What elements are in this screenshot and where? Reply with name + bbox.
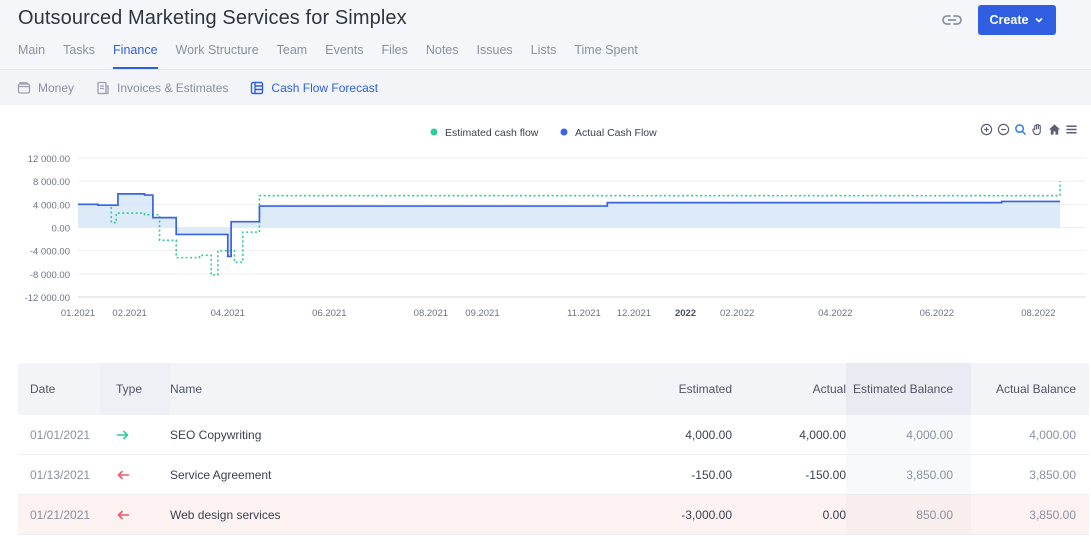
cell-estimated: 4,000.00 xyxy=(685,427,732,442)
zoom-select-icon[interactable] xyxy=(1013,122,1027,136)
subnav-invoices-label: Invoices & Estimates xyxy=(117,80,229,95)
tab-files[interactable]: Files xyxy=(372,44,416,69)
finance-subnav: Money Invoices & Estimates Cash Flow For… xyxy=(0,69,1091,105)
subnav-money[interactable]: Money xyxy=(17,81,74,95)
tab-notes[interactable]: Notes xyxy=(417,44,468,69)
tab-finance[interactable]: Finance xyxy=(104,44,166,69)
wallet-icon xyxy=(17,81,31,94)
link-icon[interactable] xyxy=(940,11,964,29)
subnav-cashflow-label: Cash Flow Forecast xyxy=(271,80,379,95)
create-button-label: Create xyxy=(989,13,1029,27)
x-tick-label: 08.2021 xyxy=(414,308,448,319)
x-tick-label: 01.2021 xyxy=(61,308,95,319)
header-name[interactable]: Name xyxy=(170,363,570,415)
chevron-down-icon xyxy=(1035,17,1044,23)
x-tick-label: 02.2022 xyxy=(720,308,754,319)
cell-estimated-balance: 4,000.00 xyxy=(846,415,971,454)
cell-estimated-balance: 850.00 xyxy=(846,495,971,534)
cell-estimated: -3,000.00 xyxy=(681,507,732,522)
y-tick-label: 12 000.00 xyxy=(28,154,70,165)
project-header: Outsourced Marketing Services for Simple… xyxy=(0,0,1091,69)
zoom-out-icon[interactable] xyxy=(996,122,1010,136)
reset-home-icon[interactable] xyxy=(1047,122,1061,136)
tab-lists[interactable]: Lists xyxy=(522,44,566,69)
header-estimated[interactable]: Estimated xyxy=(570,363,732,415)
cash-flow-table: Date Type Name Estimated Actual Estimate… xyxy=(18,363,1089,535)
table-icon xyxy=(251,81,264,94)
x-tick-label: 06.2022 xyxy=(920,308,954,319)
arrow-left-icon xyxy=(117,470,130,479)
cell-actual-balance: 3,850.00 xyxy=(1029,467,1076,482)
tab-issues[interactable]: Issues xyxy=(468,44,522,69)
cash-flow-chart-svg: 12 000.00 8 000.00 4 000.00 0.00 -4 000.00 -8… xyxy=(25,127,1086,319)
x-tick-label: 12.2021 xyxy=(617,308,651,319)
chart-toolbar xyxy=(979,122,1078,136)
x-tick-label: 2022 xyxy=(675,308,696,319)
project-tabs: Main Tasks Finance Work Structure Team Events… xyxy=(18,44,647,69)
subnav-cashflow[interactable]: Cash Flow Forecast xyxy=(250,81,378,95)
cell-actual-balance: 4,000.00 xyxy=(1029,427,1076,442)
arrow-right-icon xyxy=(116,430,129,439)
header-actual-balance[interactable]: Actual Balance xyxy=(971,363,1089,415)
tab-events[interactable]: Events xyxy=(316,44,372,69)
table-row[interactable]: 01/21/2021 Web design services -3,000.00 0.… xyxy=(18,495,1089,535)
cash-flow-chart: 12 000.00 8 000.00 4 000.00 0.00 -4 000.00 -8… xyxy=(0,105,1091,340)
cell-actual: -150.00 xyxy=(805,467,846,482)
cell-estimated: -150.00 xyxy=(691,467,732,482)
cell-actual: 0.00 xyxy=(822,507,846,522)
legend-estimated-marker xyxy=(430,128,438,136)
legend-actual-label: Actual Cash Flow xyxy=(575,127,657,139)
cell-name: SEO Copywriting xyxy=(170,427,262,442)
x-tick-label: 04.2021 xyxy=(211,308,245,319)
cell-type xyxy=(100,455,170,494)
x-tick-label: 09.2021 xyxy=(465,308,499,319)
header-actual[interactable]: Actual xyxy=(732,363,846,415)
pan-hand-icon[interactable] xyxy=(1030,122,1044,136)
x-tick-label: 08.2022 xyxy=(1021,308,1055,319)
table-row[interactable]: 01/13/2021 Service Agreement -150.00 -150.0… xyxy=(18,455,1089,495)
y-tick-label: 4 000.00 xyxy=(33,200,70,211)
menu-icon[interactable] xyxy=(1064,122,1078,136)
x-tick-label: 04.2022 xyxy=(818,308,852,319)
subnav-money-label: Money xyxy=(38,80,75,95)
cell-type xyxy=(100,415,170,454)
y-tick-label: -8 000.00 xyxy=(30,270,70,281)
header-date[interactable]: Date xyxy=(18,363,100,415)
zoom-in-icon[interactable] xyxy=(979,122,993,136)
y-tick-label: -12 000.00 xyxy=(25,293,70,304)
tab-work-structure[interactable]: Work Structure xyxy=(167,44,268,69)
header-type[interactable]: Type xyxy=(100,363,170,415)
cell-name: Web design services xyxy=(170,507,281,522)
y-tick-label: -4 000.00 xyxy=(30,247,70,258)
create-button[interactable]: Create xyxy=(978,5,1056,35)
tab-time-spent[interactable]: Time Spent xyxy=(565,44,646,69)
cell-name: Service Agreement xyxy=(170,467,272,482)
table-row[interactable]: 01/01/2021 SEO Copywriting 4,000.00 4,000.0… xyxy=(18,415,1089,455)
tab-main[interactable]: Main xyxy=(18,44,54,69)
invoice-icon xyxy=(97,81,109,94)
cell-date: 01/13/2021 xyxy=(30,467,91,482)
legend-actual-marker xyxy=(560,128,568,136)
table-body: 01/01/2021 SEO Copywriting 4,000.00 4,000.0… xyxy=(18,415,1089,535)
header-estimated-balance[interactable]: Estimated Balance xyxy=(846,363,971,415)
tab-team[interactable]: Team xyxy=(268,44,317,69)
arrow-left-icon xyxy=(117,510,130,519)
cell-date: 01/21/2021 xyxy=(30,507,91,522)
cell-actual-balance: 3,850.00 xyxy=(1029,507,1076,522)
cell-type xyxy=(100,495,170,534)
subnav-invoices[interactable]: Invoices & Estimates xyxy=(96,81,228,95)
x-tick-label: 11.2021 xyxy=(567,308,601,319)
cell-actual: 4,000.00 xyxy=(799,427,846,442)
tab-tasks[interactable]: Tasks xyxy=(54,44,104,69)
page-title: Outsourced Marketing Services for Simple… xyxy=(18,7,407,29)
table-header: Date Type Name Estimated Actual Estimate… xyxy=(18,363,1089,415)
y-tick-label: 8 000.00 xyxy=(33,177,70,188)
x-tick-label: 02.2021 xyxy=(112,308,146,319)
x-tick-label: 06.2021 xyxy=(312,308,346,319)
legend-estimated-label: Estimated cash flow xyxy=(445,127,539,139)
cell-date: 01/01/2021 xyxy=(30,427,91,442)
y-tick-label: 0.00 xyxy=(52,224,71,235)
cell-estimated-balance: 3,850.00 xyxy=(846,455,971,494)
